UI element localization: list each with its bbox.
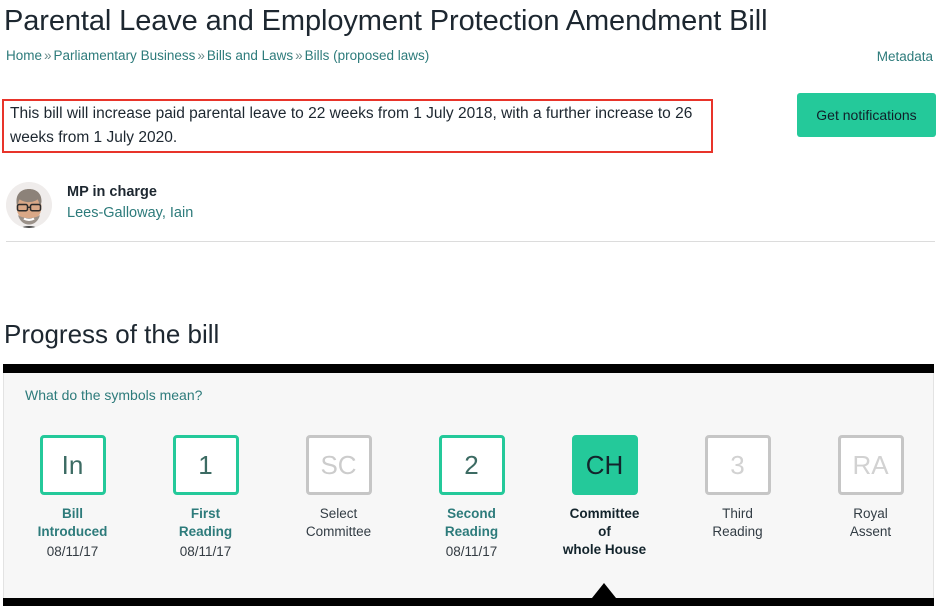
current-stage-pointer-icon [592,583,616,598]
breadcrumb-item-bills-proposed-laws[interactable]: Bills (proposed laws) [305,48,430,63]
step-symbol: In [39,435,106,495]
progress-steps: In Bill Introduced 08/11/17 1 First Read… [0,425,941,575]
step-label: Second Reading [405,505,538,541]
breadcrumb-item-parliamentary-business[interactable]: Parliamentary Business [54,48,196,63]
breadcrumb-item-home[interactable]: Home [6,48,42,63]
mp-in-charge-block: MP in charge Lees-Galloway, Iain [0,178,941,242]
step-symbol: RA [837,435,904,495]
page-title: Parental Leave and Employment Protection… [4,5,768,37]
step-label-line2: Reading [712,524,763,539]
breadcrumb-item-bills-and-laws[interactable]: Bills and Laws [207,48,293,63]
progress-heading: Progress of the bill [4,319,220,349]
step-date: 08/11/17 [179,544,232,559]
step-label-line2: of [598,524,611,539]
bill-summary-text: This bill will increase paid parental le… [10,105,693,146]
step-label: Bill Introduced [6,505,139,541]
step-label-line1: Royal [853,506,888,521]
step-symbol: 3 [704,435,771,495]
progress-step-royal-assent[interactable]: RA Royal Assent [804,425,937,544]
progress-step-committee-of-whole-house[interactable]: CH Committee of whole House [538,425,671,562]
mp-portrait-photo-icon [6,182,52,228]
step-label: Royal Assent [804,505,937,541]
page-root: Parental Leave and Employment Protection… [0,0,941,606]
step-label: Third Reading [671,505,804,541]
step-symbol: SC [305,435,372,495]
progress-step-bill-introduced[interactable]: In Bill Introduced 08/11/17 [6,425,139,559]
step-symbol: 2 [438,435,505,495]
breadcrumb: Home» Parliamentary Business» Bills and La… [6,46,429,66]
progress-step-first-reading[interactable]: 1 First Reading 08/11/17 [139,425,272,559]
step-label-line2: Reading [444,524,499,539]
step-label-line1: Second [447,506,496,521]
progress-panel-top-bar [3,364,934,373]
get-notifications-button[interactable]: Get notifications [797,93,936,137]
step-symbol: CH [571,435,638,495]
step-label-line1: Committee [569,506,640,521]
step-label-line1: Bill [61,506,83,521]
what-do-symbols-mean-link[interactable]: What do the symbols mean? [25,387,202,403]
step-date: 08/11/17 [445,544,498,559]
breadcrumb-separator: » [197,48,205,63]
step-label-line2: Reading [178,524,233,539]
step-label: Select Committee [272,505,405,541]
step-symbol: 1 [172,435,239,495]
step-label-line2: Committee [305,524,372,539]
step-label: Committee of whole House [538,505,671,559]
step-label-line1: Select [319,506,358,521]
progress-step-second-reading[interactable]: 2 Second Reading 08/11/17 [405,425,538,559]
step-label-line2: Assent [849,524,892,539]
section-divider [6,241,935,242]
progress-step-third-reading[interactable]: 3 Third Reading [671,425,804,544]
step-label-line1: Third [722,506,753,521]
breadcrumb-separator: » [295,48,303,63]
mp-role-label: MP in charge [67,184,157,200]
step-label-line1: First [190,506,221,521]
progress-panel-bottom-bar [3,598,934,606]
step-date: 08/11/17 [46,544,99,559]
breadcrumb-separator: » [44,48,52,63]
step-label-line2: Introduced [37,524,108,539]
mp-name-link[interactable]: Lees-Galloway, Iain [67,205,193,221]
bill-summary-highlight: This bill will increase paid parental le… [2,99,713,153]
step-label: First Reading [139,505,272,541]
metadata-link[interactable]: Metadata [877,47,933,67]
progress-step-select-committee[interactable]: SC Select Committee [272,425,405,544]
step-label-line3: whole House [562,542,647,557]
